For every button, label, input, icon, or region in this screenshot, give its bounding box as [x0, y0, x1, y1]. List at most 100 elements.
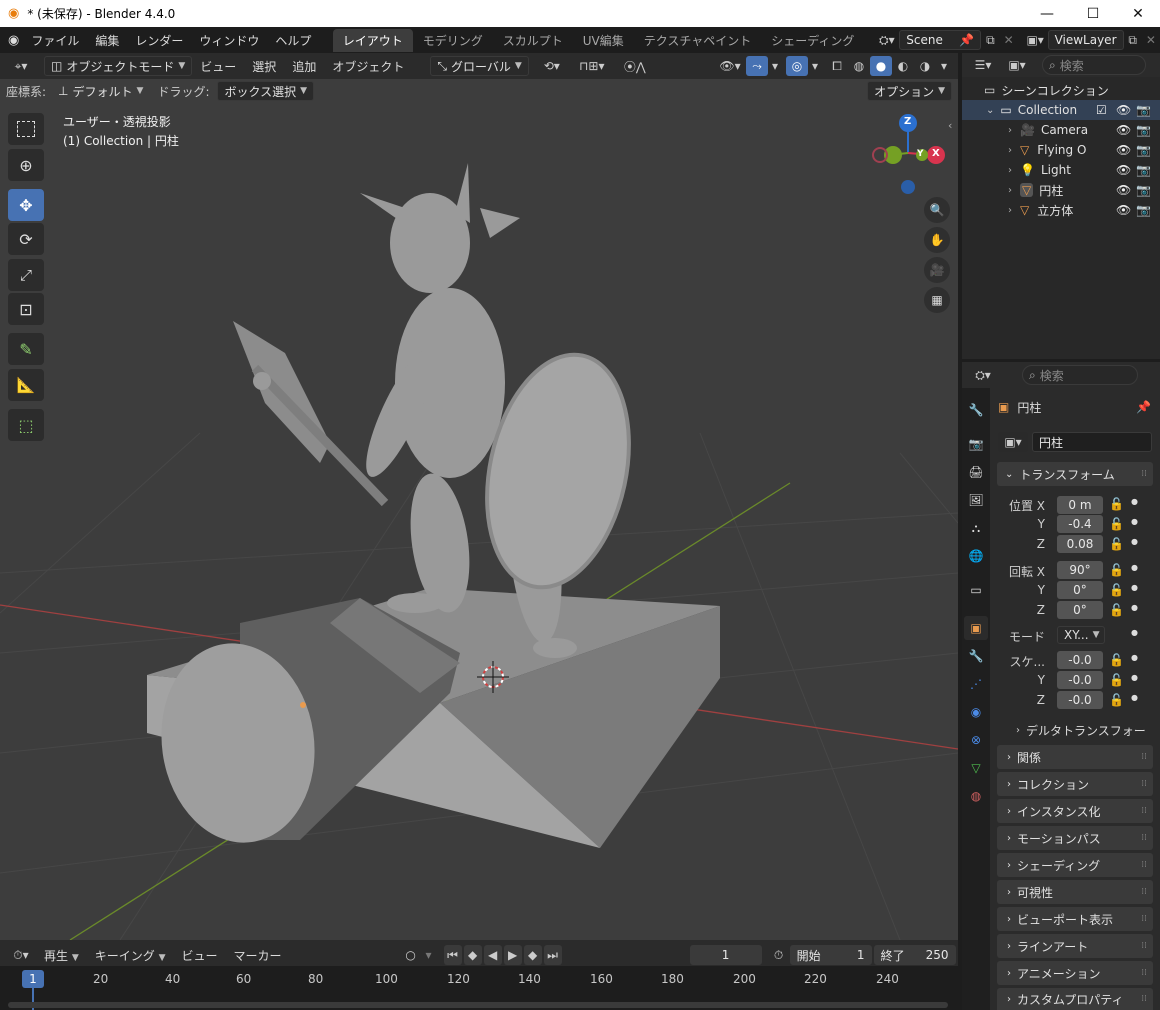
drag-handle-icon[interactable]: ⁞⁞ [1141, 968, 1147, 978]
data-tab-icon[interactable]: ▽ [964, 756, 988, 780]
solid-shading-icon[interactable]: ● [870, 56, 892, 76]
eye-icon[interactable]: 👁 [1116, 123, 1131, 137]
checkbox-icon[interactable]: ☑ [1096, 103, 1107, 117]
eye-icon[interactable]: 👁 [1116, 203, 1131, 217]
transform-tool[interactable]: ⊡ [8, 293, 44, 325]
xray-icon[interactable]: ⧠ [826, 56, 848, 76]
expand-chevron-icon[interactable]: › [1008, 125, 1012, 136]
scene-field[interactable]: Scene 📌 [899, 30, 982, 50]
ortho-grid-icon[interactable]: ▦ [924, 287, 950, 313]
pin-icon[interactable]: 📌 [959, 33, 974, 47]
panel-viewport-display[interactable]: › ビューポート表示 ⁞⁞ [997, 907, 1153, 931]
overlay-toggle-icon[interactable]: ◎ [786, 56, 808, 76]
viewlayer-tab-icon[interactable]: 🖼 [964, 488, 988, 512]
object-tab-icon[interactable]: ▣ [964, 616, 988, 640]
lock-icon[interactable]: 🔓 [1109, 517, 1124, 531]
drag-handle-icon[interactable]: ⁞⁞ [1141, 752, 1147, 762]
scale-tool[interactable]: ⤢ [8, 259, 44, 291]
lock-icon[interactable]: 🔓 [1109, 537, 1124, 551]
keying-menu[interactable]: キーイング ▼ [87, 947, 174, 964]
outliner-editor-icon[interactable]: ☰▾ [968, 55, 998, 75]
scene-tab-icon[interactable]: ⛬ [964, 516, 988, 540]
expand-chevron-icon[interactable]: › [1008, 165, 1012, 176]
menu-help[interactable]: ヘルプ [267, 32, 319, 49]
pin-icon[interactable]: 📌 [1136, 400, 1151, 414]
rotate-tool[interactable]: ⟳ [8, 223, 44, 255]
marker-menu[interactable]: マーカー [226, 947, 290, 964]
viewlayer-field[interactable]: ViewLayer [1047, 30, 1124, 50]
tab-texture-paint[interactable]: テクスチャペイント [634, 29, 762, 52]
outliner-item-cylinder[interactable]: › ▽ 円柱 👁 📷 [962, 180, 1160, 200]
tab-modeling[interactable]: モデリング [413, 29, 493, 52]
output-tab-icon[interactable]: 🖨 [964, 460, 988, 484]
cursor-tool[interactable]: ⊕ [8, 149, 44, 181]
drag-handle-icon[interactable]: ⁞⁞ [1141, 833, 1147, 843]
sidebar-toggle-icon[interactable]: ‹ [948, 119, 952, 132]
physics-tab-icon[interactable]: ◉ [964, 700, 988, 724]
keying-set-icon[interactable]: ▾ [422, 945, 436, 965]
panel-visibility[interactable]: › 可視性 ⁞⁞ [997, 880, 1153, 904]
expand-chevron-icon[interactable]: ⌄ [986, 105, 994, 116]
menu-render[interactable]: レンダー [127, 32, 191, 49]
material-tab-icon[interactable]: ◍ [964, 784, 988, 808]
panel-animation[interactable]: › アニメーション ⁞⁞ [997, 961, 1153, 985]
world-tab-icon[interactable]: 🌐 [964, 544, 988, 568]
panel-motion-paths[interactable]: › モーションパス ⁞⁞ [997, 826, 1153, 850]
properties-search[interactable]: ⌕ 検索 [1022, 365, 1138, 385]
panel-custom-properties[interactable]: › カスタムプロパティ ⁞⁞ [997, 988, 1153, 1010]
outliner-search[interactable]: ⌕ 検索 [1042, 55, 1146, 75]
menu-select[interactable]: 選択 [244, 58, 284, 75]
tab-shading[interactable]: シェーディング [761, 29, 864, 52]
camera-view-icon[interactable]: 🎥 [924, 257, 950, 283]
keyframe-dot-icon[interactable]: ● [1131, 628, 1138, 637]
close-button[interactable]: ✕ [1115, 0, 1160, 27]
material-shading-icon[interactable]: ◐ [892, 56, 914, 76]
coord-dropdown[interactable]: ⊥ デフォルト ▼ [52, 81, 149, 101]
proportional-edit-icon[interactable]: ⦿⋀ [615, 56, 655, 76]
transform-panel-header[interactable]: ⌄ トランスフォーム ⁞⁞ [997, 462, 1153, 486]
render-tab-icon[interactable]: 📷 [964, 432, 988, 456]
lock-icon[interactable]: 🔓 [1109, 693, 1124, 707]
menu-add[interactable]: 追加 [284, 58, 324, 75]
prev-keyframe-icon[interactable]: ◆ [463, 945, 482, 965]
tool-tab-icon[interactable]: 🔧 [964, 398, 988, 422]
timeline-editor-icon[interactable]: ⏱▾ [6, 945, 36, 965]
modifier-tab-icon[interactable]: 🔧 [964, 644, 988, 668]
scale-y-field[interactable]: -0.0 [1057, 671, 1103, 689]
panel-relations[interactable]: › 関係 ⁞⁞ [997, 745, 1153, 769]
outliner-item-light[interactable]: › 💡 Light 👁 📷 [962, 160, 1160, 180]
delta-transform-header[interactable]: › デルタトランスフォー [1016, 721, 1156, 739]
menu-view[interactable]: ビュー [192, 58, 244, 75]
location-y-field[interactable]: -0.4 [1057, 515, 1103, 533]
keyframe-dot-icon[interactable]: ● [1131, 517, 1138, 526]
panel-shading[interactable]: › シェーディング ⁞⁞ [997, 853, 1153, 877]
menu-window[interactable]: ウィンドウ [191, 32, 267, 49]
drag-handle-icon[interactable]: ⁞⁞ [1141, 806, 1147, 816]
camera-render-icon[interactable]: 📷 [1136, 203, 1151, 217]
camera-render-icon[interactable]: 📷 [1136, 143, 1151, 157]
options-dropdown[interactable]: オプション ▼ [867, 81, 952, 101]
camera-render-icon[interactable]: 📷 [1136, 163, 1151, 177]
add-cube-tool[interactable]: ⬚ [8, 409, 44, 441]
menu-file[interactable]: ファイル [23, 32, 87, 49]
keyframe-dot-icon[interactable]: ● [1131, 497, 1138, 506]
lock-icon[interactable]: 🔓 [1109, 673, 1124, 687]
timeline-ruler[interactable]: 1 20 40 60 80 100 120 140 160 180 200 22… [0, 966, 958, 1010]
new-viewlayer-icon[interactable]: ⧉ [1124, 30, 1142, 50]
mode-dropdown[interactable]: ◫ オブジェクトモード ▼ [44, 56, 193, 76]
expand-chevron-icon[interactable]: › [1008, 145, 1012, 156]
move-tool[interactable]: ✥ [8, 189, 44, 221]
zoom-icon[interactable]: 🔍 [924, 197, 950, 223]
panel-instancing[interactable]: › インスタンス化 ⁞⁞ [997, 799, 1153, 823]
scale-x-field[interactable]: -0.0 [1057, 651, 1103, 669]
lock-icon[interactable]: 🔓 [1109, 583, 1124, 597]
snap-icon[interactable]: ⊓⊞▾ [569, 56, 615, 76]
scale-z-field[interactable]: -0.0 [1057, 691, 1103, 709]
rendered-shading-icon[interactable]: ◑ [914, 56, 936, 76]
keyframe-dot-icon[interactable]: ● [1131, 563, 1138, 572]
collection-row[interactable]: ⌄ ▭ Collection ☑ 👁 📷 [962, 100, 1160, 120]
lock-icon[interactable]: 🔓 [1109, 497, 1124, 511]
particles-tab-icon[interactable]: ⋰ [964, 672, 988, 696]
outliner-item-camera[interactable]: › 🎥 Camera 👁 📷 [962, 120, 1160, 140]
auto-key-icon[interactable]: ○ [400, 945, 422, 965]
